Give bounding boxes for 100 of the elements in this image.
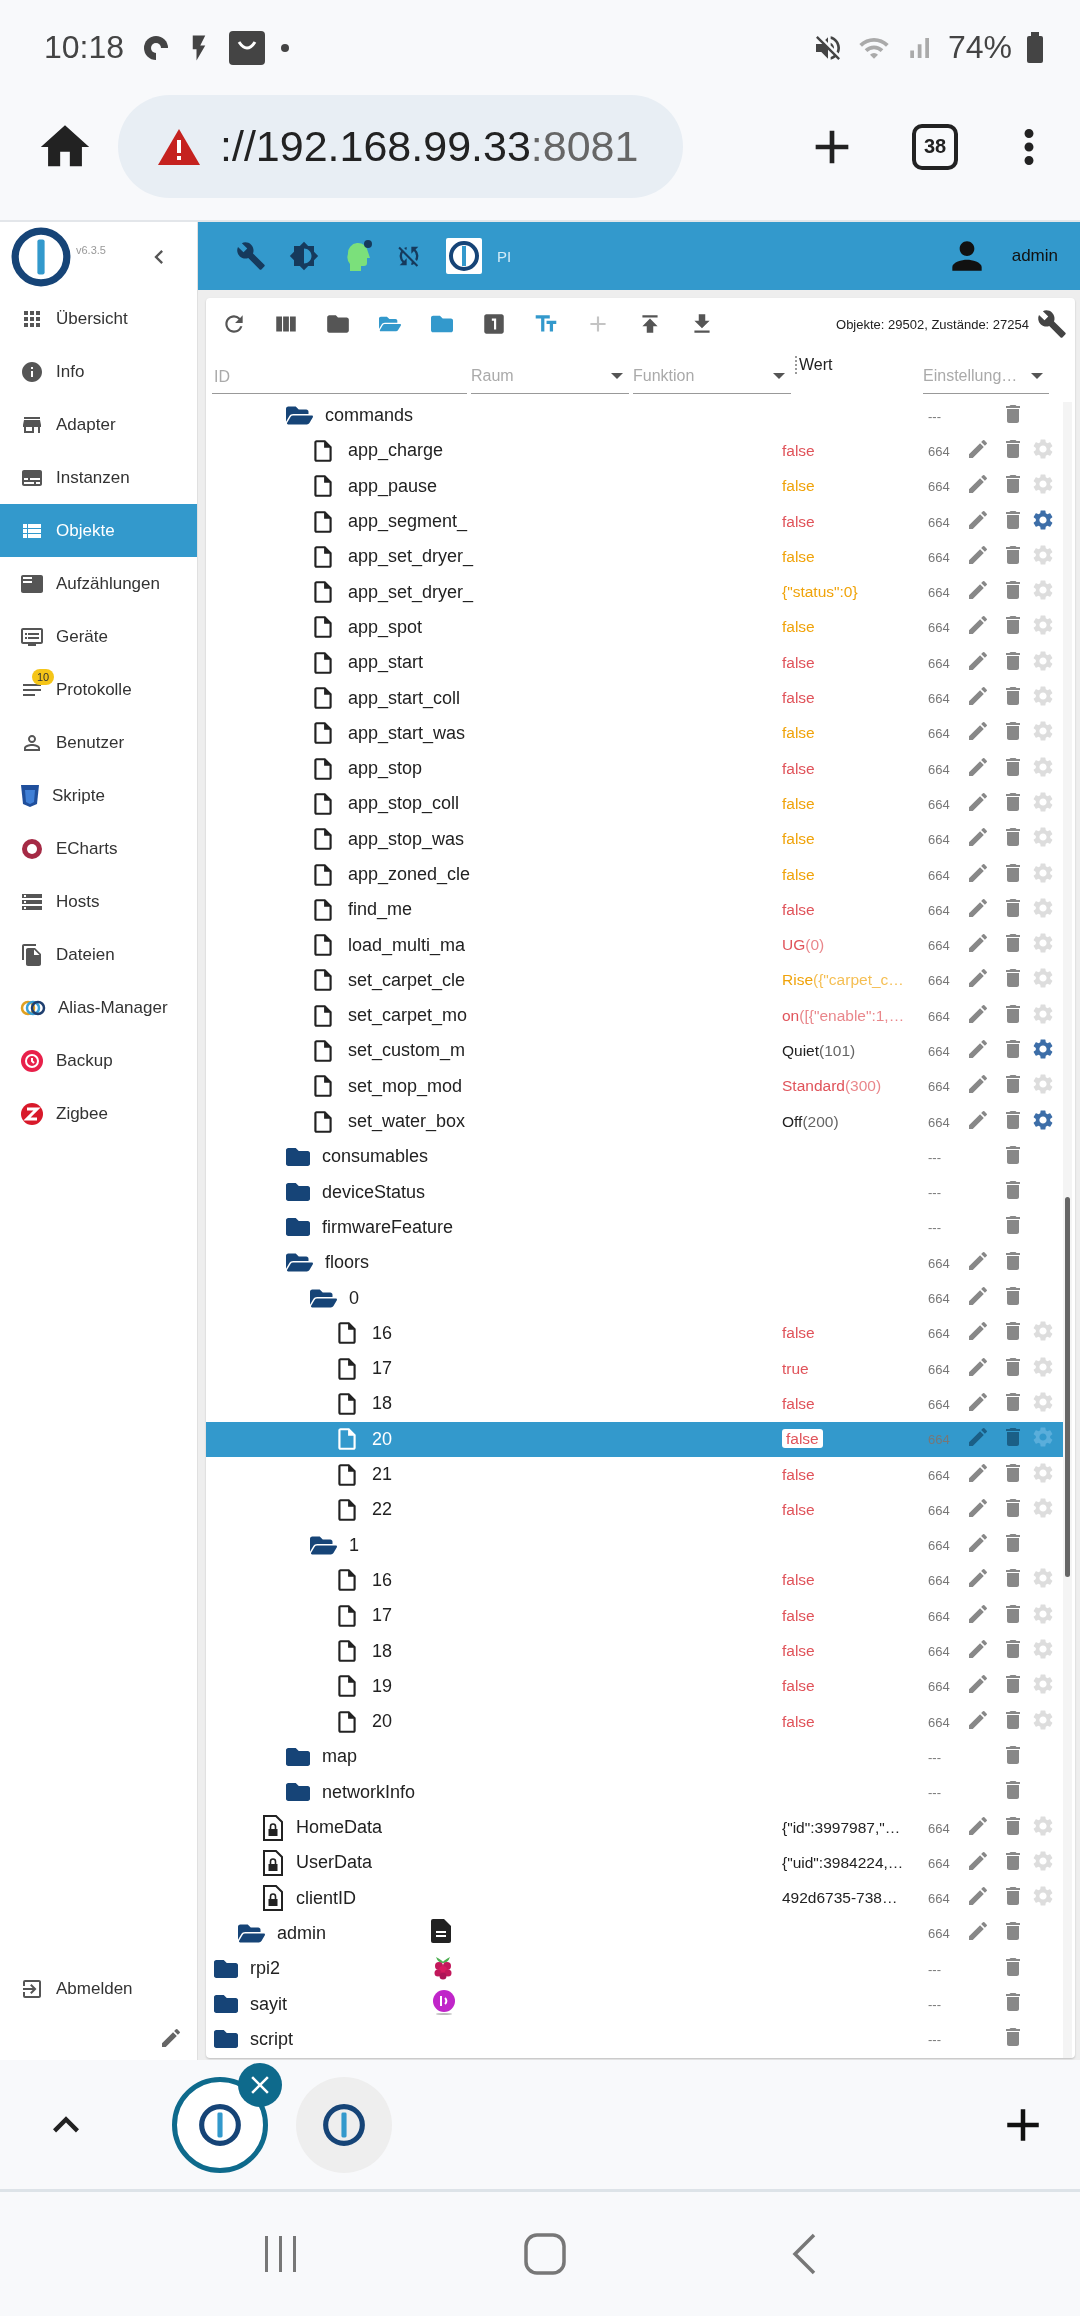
tree-row[interactable]: deviceStatus --- (206, 1174, 1063, 1210)
sidebar-item[interactable]: Info (0, 345, 197, 398)
sidebar-item[interactable]: Backup (0, 1034, 197, 1087)
tree-row[interactable]: app_pause false 664 (206, 468, 1063, 504)
tree-row[interactable]: 16 false 664 (206, 1315, 1063, 1351)
tree-row[interactable]: rpi2 --- (206, 1951, 1063, 1987)
tree-row[interactable]: app_stop false 664 (206, 750, 1063, 787)
sidebar-item[interactable]: Adapter (0, 398, 197, 451)
tree-row[interactable]: 18 false 664 (206, 1633, 1063, 1669)
sidebar-item[interactable]: ECharts (0, 822, 197, 875)
value-text: false (782, 1606, 815, 1624)
tree-row[interactable]: floors 664 (206, 1245, 1063, 1281)
object-name: 16 (372, 1569, 393, 1591)
tree-row[interactable]: clientID 492d6735-738… 664 (206, 1880, 1063, 1916)
sidebar-item[interactable]: Aufzählungen (0, 557, 197, 610)
object-name: app_stop_was (348, 828, 465, 850)
edit-icon[interactable] (966, 1037, 990, 1061)
tree-row[interactable]: HomeData {"id":3997987,"… 664 (206, 1809, 1063, 1846)
value-text: false (782, 865, 815, 883)
tree-row[interactable]: set_custom_m Quiet(101) 664 (206, 1033, 1063, 1069)
tree-row[interactable]: set_carpet_mo on([{"enable":1,… 664 (206, 998, 1063, 1034)
acl-text: 664 (928, 549, 950, 565)
wrench-icon[interactable] (1037, 309, 1067, 339)
settings-icon[interactable] (1031, 1037, 1055, 1061)
tree-row[interactable]: app_zoned_cle false 664 (206, 856, 1063, 893)
brightness-icon[interactable] (289, 241, 319, 271)
tree-row[interactable]: 19 false 664 (206, 1668, 1063, 1704)
sidebar-item[interactable]: Hosts (0, 875, 197, 928)
acl-text: 664 (928, 620, 950, 636)
tree-row[interactable]: map --- (206, 1739, 1063, 1775)
id-filter-field[interactable]: ID (212, 360, 467, 394)
sidebar-item[interactable]: Instanzen (0, 451, 197, 504)
tree-row[interactable]: 16 false 664 (206, 1562, 1063, 1599)
acl-text: 664 (928, 1396, 950, 1412)
files-icon (20, 942, 44, 967)
tree-row[interactable]: load_multi_ma UG(0) 664 (206, 927, 1063, 963)
tree-row[interactable]: app_spot false 664 (206, 609, 1063, 646)
tree-row[interactable]: script --- (206, 2021, 1063, 2057)
settings-icon[interactable] (1031, 507, 1055, 532)
tree-row[interactable]: app_start_was false 664 (206, 715, 1063, 751)
tree-row[interactable]: UserData {"uid":3984224,… 664 (206, 1845, 1063, 1881)
tree-row[interactable]: firmwareFeature --- (206, 1209, 1063, 1246)
folder-icon[interactable] (214, 1992, 238, 2016)
tab-count-button[interactable]: 38 (912, 123, 958, 170)
settings-icon[interactable] (1031, 1107, 1055, 1132)
tree-row[interactable]: 17 true 664 (206, 1351, 1063, 1387)
tree-row[interactable]: app_charge false 664 (206, 433, 1063, 469)
sidebar-item[interactable]: Zigbee (0, 1087, 197, 1140)
sidebar-item[interactable]: Geräte (0, 610, 197, 663)
value-text: false (782, 547, 815, 565)
acl-text: 664 (928, 479, 950, 495)
value-text: false (782, 830, 815, 848)
value-text: false (782, 477, 815, 495)
tree-row[interactable]: app_stop_was false 664 (206, 821, 1063, 857)
value-text: false (782, 1324, 815, 1342)
tree-row[interactable]: app_stop_coll false 664 (206, 786, 1063, 822)
object-name: app_set_dryer_ (348, 581, 474, 603)
tree-row[interactable]: app_set_dryer_ {"status":0} 664 (206, 574, 1063, 610)
tree-row[interactable]: 20 false 664 (206, 1704, 1063, 1740)
tree-row[interactable]: 18 false 664 (206, 1386, 1063, 1422)
object-name: commands (325, 405, 414, 427)
sidebar-item[interactable]: Übersicht (0, 292, 197, 345)
tree-row[interactable]: app_set_dryer_ false 664 (206, 539, 1063, 575)
sidebar-item[interactable]: Dateien (0, 928, 197, 981)
app-logo (10, 226, 72, 288)
tree-row[interactable]: set_carpet_cle Rise({"carpet_c… 664 (206, 962, 1063, 999)
tree-row[interactable]: set_mop_mod Standard(300) 664 (206, 1068, 1063, 1104)
value-text: {"status":0} (782, 583, 858, 601)
tree-row[interactable]: app_segment_ false 664 (206, 503, 1063, 540)
sidebar-item[interactable]: Alias-Manager (0, 981, 197, 1034)
value-text: {"id":3997987,"… (782, 1818, 901, 1836)
tree-row[interactable]: 0 664 (206, 1280, 1063, 1316)
sound-orb-icon (431, 1989, 457, 2015)
tree-row[interactable]: networkInfo --- (206, 1774, 1063, 1810)
tree-row[interactable]: app_start_coll false 664 (206, 680, 1063, 716)
sidebar-label: Zigbee (56, 1103, 108, 1124)
tree-row[interactable]: commands --- (206, 398, 1063, 434)
tree-row[interactable]: app_start false 664 (206, 645, 1063, 681)
tree-row[interactable]: 22 false 664 (206, 1492, 1063, 1528)
tree-row[interactable]: 20 false 664 (206, 1421, 1063, 1457)
tree-row[interactable]: set_water_box Off(200) 664 (206, 1103, 1063, 1140)
object-name: HomeData (296, 1817, 383, 1838)
tree-row[interactable]: 17 false 664 (206, 1598, 1063, 1634)
object-name: app_charge (348, 440, 444, 462)
sidebar-item[interactable]: Protokolle 10 (0, 663, 197, 716)
logout-item[interactable]: Abmelden (0, 1962, 197, 2015)
sidebar-item[interactable]: Skripte (0, 769, 197, 822)
sidebar-item[interactable]: Benutzer (0, 716, 197, 769)
tree-row[interactable]: find_me false 664 (206, 892, 1063, 928)
tree-row[interactable]: 21 false 664 (206, 1456, 1063, 1493)
acl-text: --- (928, 1149, 941, 1165)
edit-icon[interactable] (966, 684, 990, 708)
acl-text: 664 (928, 1114, 950, 1130)
address-bar[interactable]: ://192.168.99.33:8081 (118, 95, 683, 198)
acl-text: --- (928, 408, 941, 424)
tree-row[interactable]: consumables --- (206, 1139, 1063, 1175)
tree-row[interactable]: admin 664 (206, 1915, 1063, 1952)
tree-row[interactable]: 1 664 (206, 1527, 1063, 1563)
close-button[interactable] (238, 2062, 282, 2107)
tree-row[interactable]: sayit --- (206, 1986, 1063, 2022)
